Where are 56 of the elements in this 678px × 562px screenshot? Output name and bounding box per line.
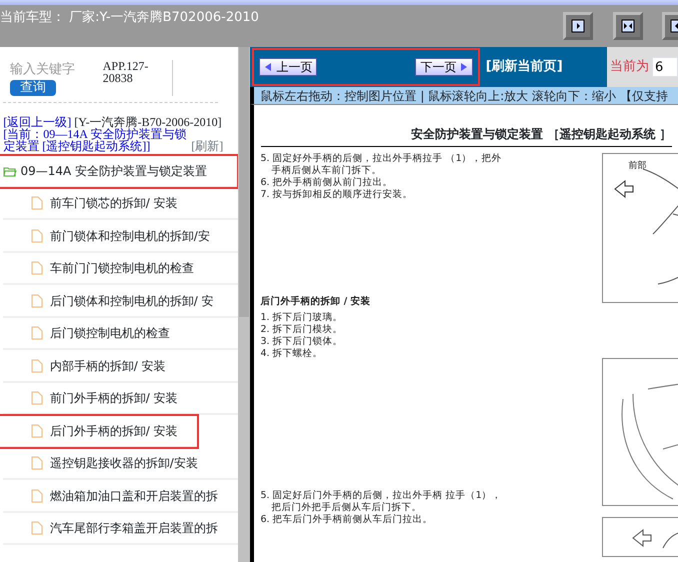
- current-path-link[interactable]: [当前：09—14A 安全防护装置与锁定装置 [遥控钥匙起动系统]]: [3, 128, 188, 152]
- panel-toggle-button[interactable]: [563, 12, 593, 40]
- search-button[interactable]: 查询: [10, 80, 56, 96]
- next-page-button[interactable]: 下一页: [415, 58, 474, 76]
- step-text: 3. 拆下后门锁体。: [260, 336, 344, 348]
- figure-label: 前部: [628, 160, 646, 172]
- document-icon: [31, 456, 44, 470]
- step-text: 6. 把外手柄前侧从前门拉出。: [260, 177, 394, 189]
- item-label: 内部手柄的拆卸/ 安装: [50, 358, 166, 374]
- back-link[interactable]: [返回上一级]: [3, 115, 72, 129]
- header-title: 当前车型： 厂家:Y-一汽奔腾B702006-2010: [0, 9, 259, 28]
- step-text: 1. 拆下后门玻璃。: [260, 312, 344, 324]
- document-title: 安全防护装置与锁定装置 ［遥控钥匙起动系统 ］: [260, 112, 672, 147]
- item-label: 燃油箱加油口盖和开启装置的拆: [50, 488, 218, 504]
- refresh-page-link[interactable]: [刷新当前页]: [486, 57, 563, 77]
- tree-folder[interactable]: 09—14A 安全防护装置与锁定装置: [0, 155, 238, 188]
- document-icon: [31, 326, 44, 340]
- item-label: 前车门锁芯的拆卸/ 安装: [50, 195, 178, 212]
- step-text: 2. 拆下后门模块。: [260, 324, 344, 336]
- step-text: 5. 固定好后门外手柄的后侧，拉出外手柄 拉手（1），把后门外把手后侧从车后门拆下。: [260, 490, 503, 514]
- item-label: 汽车尾部行李箱盖开启装置的拆: [50, 520, 218, 537]
- item-label: 前门锁体和控制电机的拆卸/安: [50, 228, 210, 244]
- tree-item[interactable]: 后门外手柄的拆卸/ 安装: [0, 415, 198, 448]
- document-icon: [31, 261, 44, 275]
- item-label: 车前门门锁控制电机的检查: [50, 260, 194, 277]
- item-label: 遥控钥匙接收器的拆卸/安装: [50, 455, 198, 472]
- document-icon: [31, 521, 44, 535]
- section-heading: 后门外手柄的拆卸 / 安装: [260, 296, 372, 308]
- model-text: [Y-一汽奔腾-B70-2006-2010]: [74, 115, 222, 129]
- step-text: 7. 按与拆卸相反的顺序进行安装。: [260, 189, 414, 202]
- item-label: 后门锁体和控制电机的拆卸/ 安: [50, 292, 214, 310]
- refresh-link[interactable]: [刷新]: [191, 139, 224, 153]
- page-label: 当前为: [610, 58, 649, 76]
- document-icon: [31, 228, 44, 242]
- document-icon: [31, 424, 44, 438]
- document-icon: [31, 391, 44, 405]
- item-label: 后门锁控制电机的检查: [50, 325, 170, 342]
- left-arrow-icon: [264, 62, 272, 72]
- step-text: 5. 固定好外手柄的后侧，拉出外手柄拉手 （1），把外手柄后侧从车前门拆下。: [260, 153, 503, 177]
- folder-icon: [3, 164, 18, 176]
- step-text: 6. 把车后门外手柄前侧从车后门拉出。: [260, 514, 434, 526]
- code-text: APP.127-20838: [102, 60, 173, 96]
- panel-toggle-button[interactable]: [612, 12, 642, 40]
- step-text: 4. 拆下螺栓。: [260, 348, 324, 360]
- page-field[interactable]: 6: [652, 57, 678, 77]
- previous-page-button[interactable]: 上一页: [259, 58, 318, 76]
- scrollbar[interactable]: [238, 47, 250, 562]
- right-arrow-icon: [460, 62, 468, 72]
- item-label: 后门外手柄的拆卸/ 安装: [50, 422, 178, 440]
- document-icon: [31, 488, 44, 502]
- document-icon: [31, 358, 44, 372]
- item-label: 前门外手柄的拆卸/ 安装: [50, 390, 178, 407]
- document-icon: [31, 196, 44, 210]
- folder-label: 09—14A 安全防护装置与锁定装置: [20, 162, 208, 180]
- document-icon: [31, 294, 44, 308]
- hint-text: 鼠标左右拖动：控制图片位置 | 鼠标滚轮向上:放大 滚轮向下：缩小 【仅支持: [250, 87, 678, 104]
